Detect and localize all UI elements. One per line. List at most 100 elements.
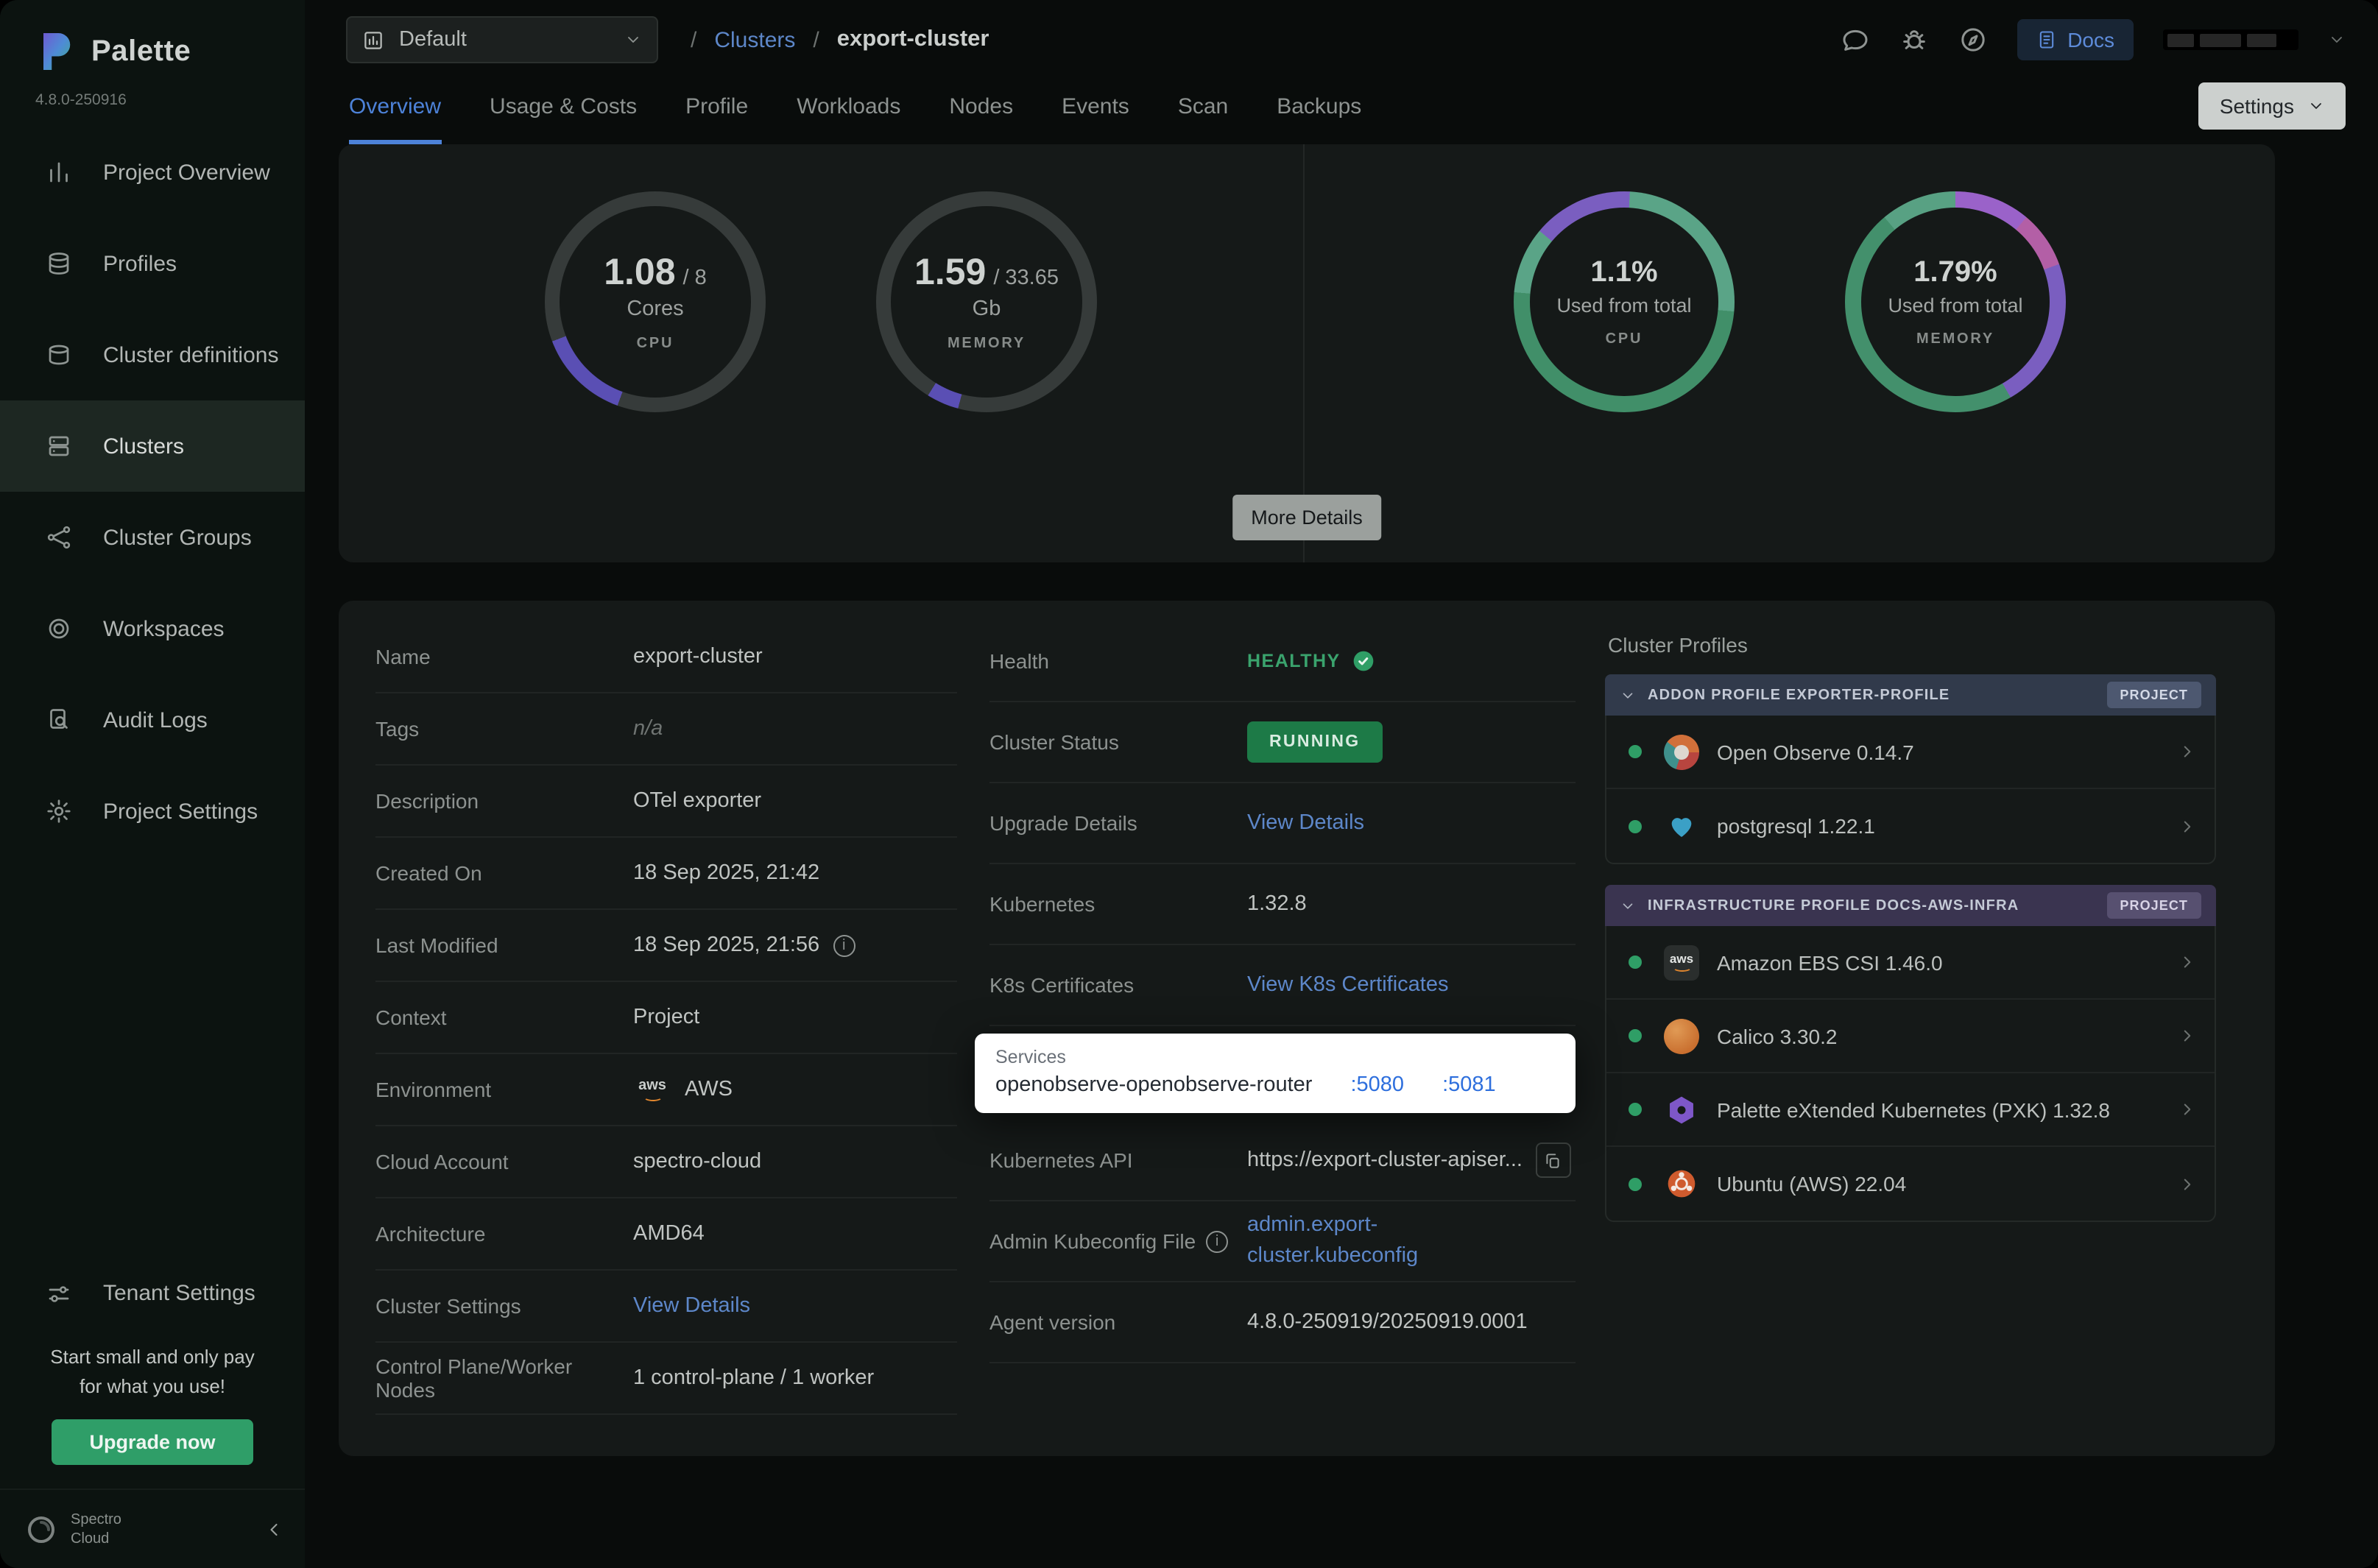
docs-button[interactable]: Docs (2017, 19, 2134, 60)
settings-label: Settings (2220, 94, 2294, 118)
pack-name: Palette eXtended Kubernetes (PXK) 1.32.8 (1717, 1098, 2178, 1121)
addon-profile-header[interactable]: ADDON PROFILE EXPORTER-PROFILE PROJECT (1605, 674, 2216, 716)
project-selector[interactable]: Default (346, 16, 658, 63)
row-upgrade-details: Upgrade Details View Details (989, 783, 1576, 864)
metrics-card: 1.08 / 8 Cores CPU 1.59 / 33.65 Gb MEMOR… (339, 144, 2275, 562)
open-observe-icon (1664, 734, 1699, 769)
cpu-total-value: / 8 (683, 266, 707, 290)
view-details-link[interactable]: View Details (633, 1294, 750, 1318)
more-details-button[interactable]: More Details (1232, 495, 1382, 540)
services-label: Services (995, 1047, 1555, 1067)
kubeconfig-download-link[interactable]: admin.export- cluster.kubeconfig (1247, 1210, 1418, 1272)
ubuntu-icon (1664, 1166, 1699, 1201)
upgrade-now-button[interactable]: Upgrade now (51, 1419, 253, 1465)
service-port-link-5081[interactable]: :5081 (1442, 1073, 1496, 1097)
tab-bar: Overview Usage & Costs Profile Workloads… (305, 68, 2378, 144)
tab-events[interactable]: Events (1062, 68, 1129, 144)
gear-icon (46, 798, 72, 824)
sidebar-item-project-settings[interactable]: Project Settings (0, 766, 305, 857)
profile-pack-calico[interactable]: Calico 3.30.2 (1606, 1000, 2215, 1073)
tab-overview[interactable]: Overview (349, 68, 441, 144)
cluster-profiles-title: Cluster Profiles (1608, 633, 2216, 657)
aws-logo-icon: aws (633, 1078, 671, 1101)
status-dot (1629, 819, 1642, 833)
tab-usage-costs[interactable]: Usage & Costs (490, 68, 637, 144)
profile-pack-ubuntu[interactable]: Ubuntu (AWS) 22.04 (1606, 1147, 2215, 1221)
document-icon (2036, 29, 2057, 50)
promo-line-1: Start small and only pay (50, 1345, 254, 1367)
upgrade-promo-text: Start small and only pay for what you us… (0, 1342, 305, 1402)
tools-icon (46, 1280, 72, 1307)
view-k8s-certificates-link[interactable]: View K8s Certificates (1247, 973, 1448, 997)
profile-group-title: ADDON PROFILE EXPORTER-PROFILE (1648, 687, 2095, 703)
project-selector-value: Default (399, 28, 467, 52)
stack-icon (46, 342, 72, 368)
chevron-down-icon (624, 31, 642, 49)
row-label: Upgrade Details (989, 811, 1247, 835)
infrastructure-profile-header[interactable]: INFRASTRUCTURE PROFILE DOCS-AWS-INFRA PR… (1605, 885, 2216, 926)
chat-icon[interactable] (1841, 25, 1870, 54)
app-title: Palette (91, 35, 191, 68)
sidebar-item-cluster-groups[interactable]: Cluster Groups (0, 492, 305, 583)
user-menu-chevron-icon[interactable] (2328, 31, 2346, 49)
memory-percent-caption: MEMORY (1916, 331, 1994, 347)
chart-icon (362, 29, 384, 51)
pack-name: postgresql 1.22.1 (1717, 814, 2178, 838)
row-label: Kubernetes API (989, 1148, 1247, 1172)
docs-label: Docs (2067, 28, 2114, 52)
clusters-icon (46, 433, 72, 459)
cluster-status-column: Health HEALTHY Cluster Status RUNNING (989, 621, 1576, 1363)
profile-pack-open-observe[interactable]: Open Observe 0.14.7 (1606, 716, 2215, 789)
pack-name: Ubuntu (AWS) 22.04 (1717, 1172, 2178, 1196)
info-icon[interactable]: i (833, 934, 855, 956)
tab-scan[interactable]: Scan (1178, 68, 1228, 144)
info-icon[interactable]: i (1206, 1230, 1228, 1252)
row-created-on: Created On 18 Sep 2025, 21:42 (375, 838, 957, 910)
tabs: Overview Usage & Costs Profile Workloads… (349, 68, 1361, 144)
tab-backups[interactable]: Backups (1277, 68, 1361, 144)
brand-line-2: Cloud (71, 1530, 109, 1547)
row-value: Project (633, 1006, 699, 1029)
profile-pack-pxk[interactable]: Palette eXtended Kubernetes (PXK) 1.32.8 (1606, 1073, 2215, 1147)
row-label: Environment (375, 1078, 633, 1101)
app-logo: Palette (0, 0, 305, 77)
user-name-redacted[interactable] (2163, 29, 2298, 50)
row-label: Kubernetes (989, 892, 1247, 916)
service-port-link-5080[interactable]: :5080 (1350, 1073, 1404, 1097)
addon-profile-rows: Open Observe 0.14.7 postgresql 1.22.1 (1605, 716, 2216, 864)
row-label: Tags (375, 717, 633, 741)
compass-icon[interactable] (1958, 25, 1988, 54)
topbar-actions: Docs (1841, 19, 2346, 60)
copy-icon[interactable] (1536, 1143, 1571, 1178)
sidebar-item-profiles[interactable]: Profiles (0, 218, 305, 309)
sidebar-item-label: Project Settings (103, 799, 258, 824)
breadcrumb-clusters-link[interactable]: Clusters (714, 27, 795, 52)
profile-pack-postgresql[interactable]: postgresql 1.22.1 (1606, 789, 2215, 863)
sidebar-collapse-button[interactable] (264, 1519, 284, 1539)
row-label: Health (989, 649, 1247, 673)
status-dot (1629, 1029, 1642, 1042)
audit-search-icon (46, 707, 72, 733)
breadcrumb-separator: / (691, 27, 696, 52)
tab-profile[interactable]: Profile (685, 68, 748, 144)
sidebar-item-tenant-settings[interactable]: Tenant Settings (0, 1257, 305, 1330)
sidebar-item-clusters[interactable]: Clusters (0, 400, 305, 492)
sidebar-footer: Spectro Cloud (0, 1488, 305, 1568)
tab-workloads[interactable]: Workloads (797, 68, 900, 144)
row-value: export-cluster (633, 645, 763, 668)
sidebar-item-workspaces[interactable]: Workspaces (0, 583, 305, 674)
sidebar-item-audit-logs[interactable]: Audit Logs (0, 674, 305, 766)
sidebar: Palette 4.8.0-250916 Project Overview Pr… (0, 0, 305, 1568)
row-value: AWS (685, 1078, 733, 1101)
bug-report-icon[interactable] (1899, 25, 1929, 54)
upgrade-view-details-link[interactable]: View Details (1247, 811, 1364, 835)
row-value: 1 control-plane / 1 worker (633, 1366, 874, 1390)
palette-app: Palette 4.8.0-250916 Project Overview Pr… (0, 0, 2378, 1568)
sidebar-item-cluster-definitions[interactable]: Cluster definitions (0, 309, 305, 400)
tab-nodes[interactable]: Nodes (949, 68, 1013, 144)
layers-icon (46, 250, 72, 277)
profile-pack-amazon-ebs-csi[interactable]: aws Amazon EBS CSI 1.46.0 (1606, 926, 2215, 1000)
row-tags: Tags n/a (375, 693, 957, 766)
sidebar-item-project-overview[interactable]: Project Overview (0, 127, 305, 218)
cluster-settings-button[interactable]: Settings (2199, 82, 2346, 130)
